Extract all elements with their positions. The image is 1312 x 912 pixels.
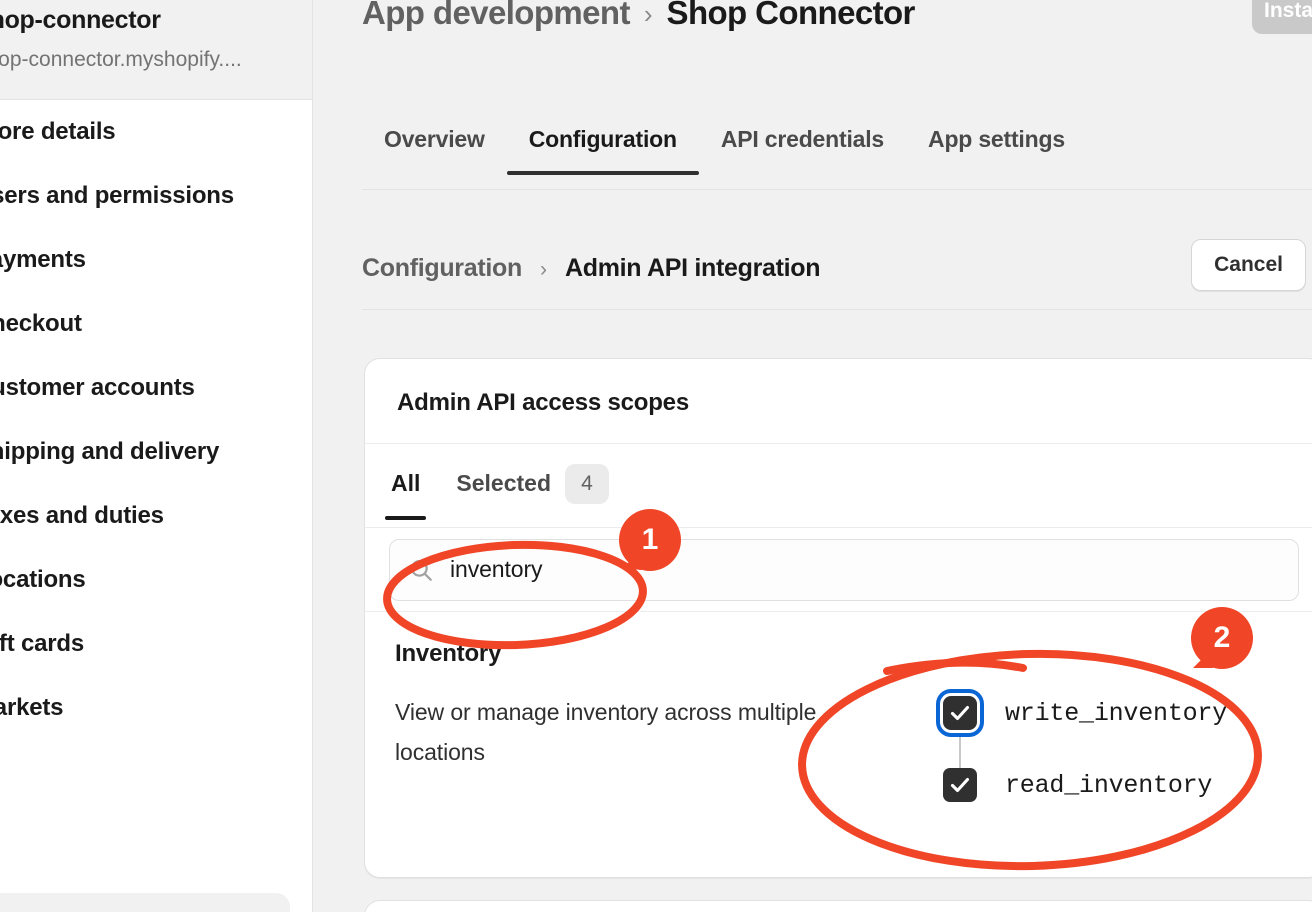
scope-tab-all[interactable]: All xyxy=(373,452,438,520)
section-breadcrumb-current: Admin API integration xyxy=(564,254,821,282)
sidebar-item-label: Locations xyxy=(0,566,86,593)
sidebar-item-label: Taxes and duties xyxy=(0,502,164,529)
sidebar-item-gift-cards[interactable]: Gift cards xyxy=(0,612,312,676)
sidebar-store-header[interactable]: shop-connector shop-connector.myshopify.… xyxy=(0,0,312,100)
app-tabs: Overview Configuration API credentials A… xyxy=(362,118,1312,190)
tab-configuration[interactable]: Configuration xyxy=(506,118,699,175)
sidebar-item-checkout[interactable]: Checkout xyxy=(0,292,312,356)
sidebar-item-taxes-and-duties[interactable]: Taxes and duties xyxy=(0,484,312,548)
sidebar-item-markets[interactable]: Markets xyxy=(0,676,312,740)
scope-group-inventory: Inventory View or manage inventory acros… xyxy=(365,612,1312,852)
store-name: shop-connector xyxy=(0,6,161,34)
tab-overview[interactable]: Overview xyxy=(362,118,507,175)
search-input[interactable]: inventory xyxy=(389,538,1299,601)
annotation-marker-2: 2 xyxy=(1191,607,1253,669)
scope-name-label: write_inventory xyxy=(1005,698,1228,728)
search-icon xyxy=(408,557,434,583)
scope-group-title: Inventory xyxy=(395,640,502,667)
chevron-right-icon: › xyxy=(539,257,547,281)
tab-app-settings[interactable]: App settings xyxy=(906,118,1087,175)
checkbox-checked-icon[interactable] xyxy=(943,768,977,802)
sidebar-item-payments[interactable]: Payments xyxy=(0,228,312,292)
card-title: Admin API access scopes xyxy=(365,359,1312,444)
sidebar-item-store-details[interactable]: Store details xyxy=(0,100,312,164)
scope-search-row: inventory xyxy=(365,528,1312,612)
app-root: shop-connector shop-connector.myshopify.… xyxy=(0,0,1312,912)
section-breadcrumb: Configuration › Admin API integration Ca… xyxy=(362,228,1312,310)
sidebar-item-label: Checkout xyxy=(0,310,82,337)
sidebar-item-label: Users and permissions xyxy=(0,182,234,209)
sidebar-item-label: Payments xyxy=(0,246,86,273)
settings-sidebar: shop-connector shop-connector.myshopify.… xyxy=(0,0,313,912)
scope-checkbox-write-inventory[interactable]: write_inventory xyxy=(936,688,1228,738)
page-title: Shop Connector xyxy=(666,0,916,31)
scope-tab-selected[interactable]: Selected 4 xyxy=(438,446,627,526)
selected-count-badge: 4 xyxy=(565,463,609,504)
scope-tab-label: Selected xyxy=(456,470,551,496)
sidebar-item-locations[interactable]: Locations xyxy=(0,548,312,612)
sidebar-item-label: Shipping and delivery xyxy=(0,438,220,465)
sidebar-item-label: Customer accounts xyxy=(0,374,195,401)
next-card-partial xyxy=(364,900,1312,912)
sidebar-item-shipping-and-delivery[interactable]: Shipping and delivery xyxy=(0,420,312,484)
sidebar-item-label: Markets xyxy=(0,694,64,721)
scope-checkbox-read-inventory[interactable]: read_inventory xyxy=(943,760,1227,810)
inventory-scope-checkboxes: write_inventory read_inventory xyxy=(936,640,1228,810)
sidebar-item-customer-accounts[interactable]: Customer accounts xyxy=(0,356,312,420)
annotation-marker-1: 1 xyxy=(619,509,681,571)
breadcrumb: App development › Shop Connector xyxy=(362,0,915,32)
scope-tab-label: All xyxy=(391,470,421,496)
section-breadcrumb-parent-link[interactable]: Configuration xyxy=(362,254,522,283)
sidebar-item-label: Store details xyxy=(0,118,116,145)
search-input-value: inventory xyxy=(450,556,543,582)
store-url: shop-connector.myshopify.... xyxy=(0,48,242,71)
sidebar-item-label: Gift cards xyxy=(0,630,85,657)
checkbox-checked-icon[interactable] xyxy=(936,689,984,737)
sidebar-nav: Store details Users and permissions Paym… xyxy=(0,100,312,740)
tab-api-credentials[interactable]: API credentials xyxy=(699,118,906,175)
sidebar-item-users-and-permissions[interactable]: Users and permissions xyxy=(0,164,312,228)
admin-api-access-scopes-card: Admin API access scopes All Selected 4 i… xyxy=(364,358,1312,878)
scope-group-description-block: Inventory View or manage inventory acros… xyxy=(395,640,865,810)
cancel-button[interactable]: Cancel xyxy=(1191,239,1306,291)
main-content: App development › Shop Connector Install… xyxy=(314,0,1312,912)
sidebar-footer-panel[interactable] xyxy=(0,893,290,912)
breadcrumb-parent-link[interactable]: App development xyxy=(362,0,630,32)
install-button[interactable]: Install xyxy=(1252,0,1312,34)
scope-filter-tabs: All Selected 4 xyxy=(365,444,1312,528)
scope-name-label: read_inventory xyxy=(1005,770,1213,800)
chevron-right-icon: › xyxy=(643,0,653,29)
page-topbar: App development › Shop Connector Install xyxy=(314,0,1312,60)
scope-group-description: View or manage inventory across multiple… xyxy=(395,699,817,765)
